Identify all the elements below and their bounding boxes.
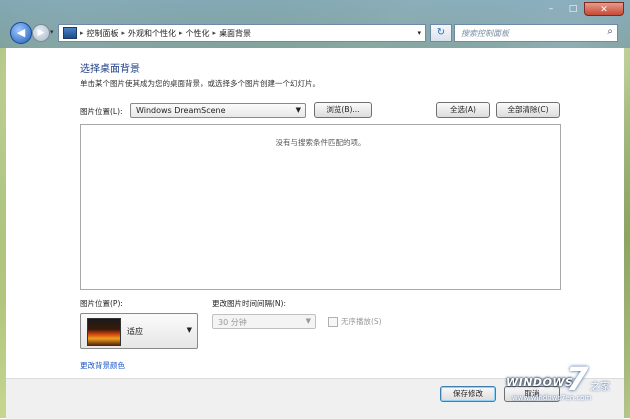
control-panel-window: – □ ✕ ◀ ▶ ▾ ▸ 控制面板 ▸ 外观和个性化 ▸ 个性化 ▸ 桌面背景… xyxy=(0,0,630,419)
empty-message: 没有与搜索条件匹配的项。 xyxy=(275,138,366,147)
interval-value: 30 分钟 xyxy=(218,318,247,327)
address-field[interactable]: ▸ 控制面板 ▸ 外观和个性化 ▸ 个性化 ▸ 桌面背景 ▾ xyxy=(58,24,426,42)
picture-position-value: 适应 xyxy=(127,327,143,336)
picture-position-label: 图片位置(P): xyxy=(80,299,123,308)
picture-position-select[interactable]: 适应 ▼ xyxy=(80,313,198,349)
breadcrumb-personalization[interactable]: 个性化 xyxy=(186,28,210,39)
content-pane: 选择桌面背景 单击某个图片使其成为您的桌面背景，或选择多个图片创建一个幻灯片。 … xyxy=(6,48,624,419)
back-button[interactable]: ◀ xyxy=(10,22,32,44)
watermark-url: www.windows7en.com xyxy=(512,394,592,402)
search-placeholder: 搜索控制面板 xyxy=(461,29,509,38)
chevron-down-icon: ▼ xyxy=(295,106,301,114)
page-title: 选择桌面背景 xyxy=(80,64,140,75)
breadcrumb-control-panel[interactable]: 控制面板 xyxy=(87,28,119,39)
watermark-suffix: 之家 xyxy=(590,382,610,393)
page-description: 单击某个图片使其成为您的桌面背景，或选择多个图片创建一个幻灯片。 xyxy=(80,79,320,88)
interval-select[interactable]: 30 分钟 ▼ xyxy=(212,314,316,329)
select-all-button[interactable]: 全选(A) xyxy=(436,102,490,118)
position-preview-thumbnail xyxy=(87,318,121,346)
clear-all-button[interactable]: 全部清除(C) xyxy=(496,102,560,118)
chevron-down-icon: ▼ xyxy=(186,326,192,334)
control-panel-icon xyxy=(63,27,77,39)
interval-label: 更改图片时间间隔(N): xyxy=(212,299,286,308)
close-button[interactable]: ✕ xyxy=(584,2,624,16)
search-input[interactable]: 搜索控制面板 ⌕ xyxy=(454,24,618,42)
picture-list[interactable]: 没有与搜索条件匹配的项。 xyxy=(80,124,561,290)
chevron-right-icon[interactable]: ▸ xyxy=(80,29,84,37)
chevron-right-icon[interactable]: ▸ xyxy=(213,29,217,37)
search-icon[interactable]: ⌕ xyxy=(607,26,613,37)
recent-pages-dropdown[interactable]: ▾ xyxy=(50,28,54,36)
breadcrumb-appearance[interactable]: 外观和个性化 xyxy=(128,28,176,39)
forward-button[interactable]: ▶ xyxy=(32,24,50,42)
watermark-seven: 7 xyxy=(566,360,589,398)
picture-location-select[interactable]: Windows DreamScene ▼ xyxy=(130,103,306,118)
chevron-down-icon[interactable]: ▾ xyxy=(417,29,421,37)
watermark-logo: WINDOWS 7 之家 www.windows7en.com xyxy=(506,360,624,416)
chevron-down-icon: ▼ xyxy=(305,317,311,325)
picture-location-label: 图片位置(L): xyxy=(80,107,123,116)
breadcrumb-desktop-background[interactable]: 桌面背景 xyxy=(219,28,251,39)
refresh-button[interactable]: ↻ xyxy=(430,24,452,42)
change-background-color-link[interactable]: 更改背景颜色 xyxy=(80,360,125,371)
shuffle-checkbox[interactable]: 无序播放(S) xyxy=(328,316,382,327)
chevron-right-icon[interactable]: ▸ xyxy=(122,29,126,37)
browse-button[interactable]: 浏览(B)... xyxy=(314,102,372,118)
minimize-button[interactable]: – xyxy=(540,2,562,16)
save-changes-button[interactable]: 保存修改 xyxy=(440,386,496,402)
picture-location-value: Windows DreamScene xyxy=(136,106,226,115)
watermark-brand: WINDOWS xyxy=(506,376,574,389)
address-bar-area: – □ ✕ ◀ ▶ ▾ ▸ 控制面板 ▸ 外观和个性化 ▸ 个性化 ▸ 桌面背景… xyxy=(0,0,630,48)
maximize-button[interactable]: □ xyxy=(562,2,584,16)
shuffle-label: 无序播放(S) xyxy=(341,317,382,326)
chevron-right-icon[interactable]: ▸ xyxy=(179,29,183,37)
checkbox-icon[interactable] xyxy=(328,316,338,327)
